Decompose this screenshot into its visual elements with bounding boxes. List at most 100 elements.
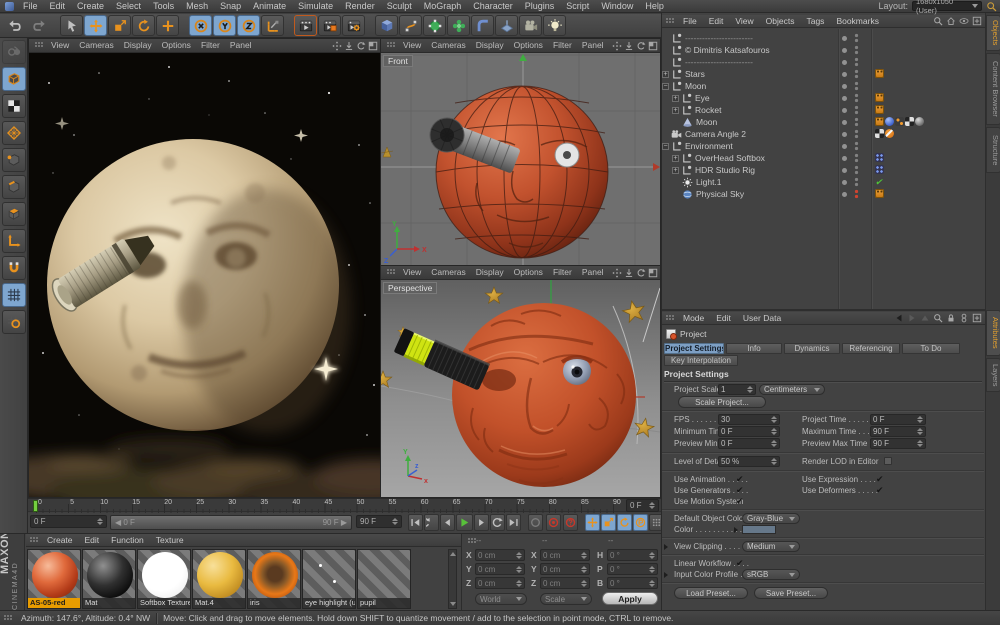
points-mode-button[interactable] <box>2 148 26 172</box>
object-row[interactable]: +Stars <box>662 68 986 80</box>
menu-select[interactable]: Select <box>110 0 147 13</box>
menu-mograph[interactable]: MoGraph <box>418 0 468 13</box>
editor-render-dots[interactable] <box>854 189 859 199</box>
viewport-perspective[interactable]: View Cameras Display Options Filter Pane… <box>380 265 661 498</box>
object-row[interactable]: +Rocket <box>662 104 986 116</box>
new-panel-icon[interactable] <box>972 16 982 26</box>
panel-handle-icon[interactable] <box>665 314 674 323</box>
dolly-view-icon[interactable] <box>344 41 354 51</box>
use-motion-system-checkbox[interactable]: ✔ <box>736 496 744 507</box>
vp-menu-view[interactable]: View <box>46 39 74 52</box>
vp-menu-view[interactable]: View <box>398 39 426 52</box>
record-keyframe-button[interactable] <box>546 514 561 531</box>
save-preset-button[interactable]: Save Preset... <box>754 587 828 599</box>
editor-render-dots[interactable] <box>854 105 859 115</box>
coordinate-system-button[interactable] <box>261 15 284 36</box>
tab-todo[interactable]: To Do <box>902 343 960 354</box>
next-frame-button[interactable] <box>474 514 489 531</box>
editor-render-dots[interactable] <box>854 153 859 163</box>
use-generators-checkbox[interactable]: ✔ <box>736 485 744 496</box>
visibility-dot[interactable] <box>842 120 847 125</box>
stepper-icon[interactable] <box>516 566 522 573</box>
coord-field-rot-h[interactable]: 0 ° <box>607 549 658 561</box>
texture-tag-icon[interactable] <box>905 117 914 126</box>
visibility-dot[interactable] <box>842 156 847 161</box>
scale-tool-button[interactable] <box>108 15 131 36</box>
object-row[interactable]: Camera Angle 2 <box>662 128 986 140</box>
visibility-dot[interactable] <box>842 48 847 53</box>
maximize-view-icon[interactable] <box>648 268 658 278</box>
menu-mesh[interactable]: Mesh <box>180 0 214 13</box>
object-row[interactable]: −Environment <box>662 140 986 152</box>
coord-field-rot-b[interactable]: 0 ° <box>607 577 658 589</box>
add-primitive-button[interactable] <box>375 15 398 36</box>
loop-button[interactable] <box>490 514 505 531</box>
compositing-tag-icon[interactable] <box>875 105 884 114</box>
new-panel-icon[interactable] <box>972 313 982 323</box>
lock-x-axis-button[interactable] <box>189 15 212 36</box>
stepper-icon[interactable] <box>917 440 923 447</box>
editor-render-dots[interactable] <box>854 129 859 139</box>
goto-end-button[interactable] <box>506 514 521 531</box>
tab-dynamics[interactable]: Dynamics <box>784 343 840 354</box>
maximize-view-icon[interactable] <box>648 41 658 51</box>
coord-field-pos-y[interactable]: 0 cm <box>475 563 525 575</box>
lock-icon[interactable] <box>946 313 956 323</box>
material-thumbnail[interactable]: pupil <box>357 549 411 609</box>
history-back-icon[interactable] <box>894 313 904 323</box>
pan-view-icon[interactable] <box>332 41 342 51</box>
dolly-view-icon[interactable] <box>624 41 634 51</box>
expand-triangle-icon[interactable] <box>664 572 668 578</box>
material-thumbnail[interactable]: iris <box>247 549 301 609</box>
material-thumbnail[interactable]: eye highlight (us <box>302 549 356 609</box>
editor-render-dots[interactable] <box>854 69 859 79</box>
minimum-time-field[interactable]: 0 F <box>718 426 780 437</box>
edges-mode-button[interactable] <box>2 175 26 199</box>
editor-render-dots[interactable] <box>854 33 859 43</box>
lock-y-axis-button[interactable] <box>213 15 236 36</box>
ruler-current-frame-field[interactable]: 0 F <box>626 499 659 512</box>
menu-plugins[interactable]: Plugins <box>519 0 561 13</box>
editor-render-dots[interactable] <box>854 81 859 91</box>
key-position-toggle[interactable] <box>585 514 600 531</box>
stepper-icon[interactable] <box>649 566 655 573</box>
expand-icon[interactable]: + <box>672 155 679 162</box>
stepper-icon[interactable] <box>771 440 777 447</box>
vp-menu-options[interactable]: Options <box>509 39 548 52</box>
render-lod-checkbox[interactable] <box>884 457 892 465</box>
menu-script[interactable]: Script <box>560 0 595 13</box>
last-tool-button[interactable] <box>156 15 179 36</box>
parent-icon[interactable] <box>920 313 930 323</box>
object-row[interactable]: © Dimitris Katsafouros <box>662 44 986 56</box>
add-deformer-button[interactable] <box>471 15 494 36</box>
viewport-front[interactable]: View Cameras Display Options Filter Pane… <box>380 38 661 266</box>
viewport-front-canvas[interactable]: Y X Z <box>381 53 660 265</box>
vp-menu-filter[interactable]: Filter <box>548 266 577 279</box>
tab-content-browser[interactable]: Content Browser <box>986 53 1000 125</box>
editor-render-dots[interactable] <box>854 45 859 55</box>
menu-create[interactable]: Create <box>71 0 110 13</box>
key-scale-toggle[interactable] <box>601 514 616 531</box>
menu-snap[interactable]: Snap <box>214 0 247 13</box>
stepper-icon[interactable] <box>747 386 753 393</box>
add-camera-button[interactable] <box>519 15 542 36</box>
panel-handle-icon[interactable] <box>34 41 43 50</box>
orbit-view-icon[interactable] <box>636 268 646 278</box>
visibility-dot[interactable] <box>842 36 847 41</box>
layout-select[interactable]: 1680x1050 (User) <box>912 1 982 11</box>
menu-file[interactable]: File <box>17 0 44 13</box>
tab-referencing[interactable]: Referencing <box>842 343 900 354</box>
play-backwards-button[interactable] <box>424 514 439 531</box>
lod-field[interactable]: 50 % <box>718 456 780 467</box>
stepper-icon[interactable] <box>392 518 398 525</box>
key-parameter-toggle[interactable] <box>633 514 648 531</box>
xpresso-tag-icon[interactable] <box>875 153 884 162</box>
mat-menu-texture[interactable]: Texture <box>150 534 190 547</box>
eye-icon[interactable] <box>959 16 969 26</box>
stepper-icon[interactable] <box>516 580 522 587</box>
polygons-mode-button[interactable] <box>2 202 26 226</box>
menu-character[interactable]: Character <box>467 0 519 13</box>
vp-menu-cameras[interactable]: Cameras <box>426 266 470 279</box>
layout-search-icon[interactable] <box>986 1 997 12</box>
mat-menu-create[interactable]: Create <box>41 534 79 547</box>
